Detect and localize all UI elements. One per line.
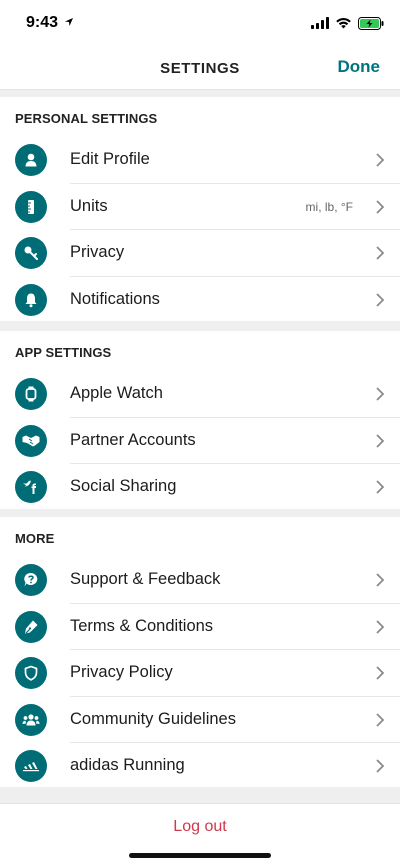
- status-time: 9:43: [26, 14, 59, 31]
- status-indicators: [311, 15, 384, 31]
- group-icon: [15, 703, 47, 736]
- settings-row-social-sharing[interactable]: Social Sharing: [0, 464, 400, 511]
- chevron-right-icon: [376, 246, 384, 260]
- question-bubble-icon: [15, 564, 47, 596]
- ruler-icon: [15, 190, 47, 223]
- location-arrow-icon: [65, 18, 73, 26]
- social-icon: [15, 471, 47, 503]
- settings-row-notifications[interactable]: Notifications: [0, 277, 400, 324]
- status-bar: 9:43: [0, 0, 400, 46]
- logout-button[interactable]: Log out: [0, 818, 400, 836]
- chevron-right-icon: [376, 199, 384, 214]
- section-more: MORE Support & Feedback Terms & Conditio…: [0, 517, 400, 787]
- section-header: PERSONAL SETTINGS: [15, 111, 158, 126]
- chevron-right-icon: [376, 292, 384, 307]
- settings-row-privacy-policy[interactable]: Privacy Policy: [0, 650, 400, 697]
- chevron-right-icon: [376, 153, 384, 167]
- wifi-icon: [336, 17, 351, 29]
- battery-charging-icon: [358, 16, 384, 30]
- settings-row-partner-accounts[interactable]: Partner Accounts: [0, 418, 400, 464]
- row-label: Edit Profile: [70, 150, 150, 168]
- row-label: Apple Watch: [70, 384, 163, 402]
- key-icon: [15, 237, 47, 269]
- watch-icon: [15, 378, 47, 410]
- user-icon: [15, 144, 47, 176]
- bell-icon: [15, 283, 47, 316]
- row-label: Units: [70, 196, 108, 215]
- row-label: adidas Running: [70, 756, 185, 774]
- settings-row-support-feedback[interactable]: Support & Feedback: [0, 557, 400, 604]
- settings-row-edit-profile[interactable]: Edit Profile: [0, 137, 400, 184]
- units-value: mi, lb, °F: [305, 199, 353, 214]
- settings-row-community-guidelines[interactable]: Community Guidelines: [0, 697, 400, 743]
- chevron-right-icon: [376, 433, 384, 448]
- row-label: Notifications: [70, 289, 160, 308]
- shield-icon: [15, 657, 47, 689]
- chevron-right-icon: [376, 712, 384, 727]
- settings-row-units[interactable]: Units mi, lb, °F: [0, 184, 400, 230]
- chevron-right-icon: [376, 619, 384, 634]
- home-indicator[interactable]: [129, 853, 271, 858]
- adidas-logo-icon: [15, 750, 47, 782]
- pen-icon: [15, 610, 47, 643]
- row-label: Terms & Conditions: [70, 616, 214, 635]
- section-header: MORE: [15, 531, 55, 546]
- section-header: APP SETTINGS: [15, 345, 112, 360]
- chevron-right-icon: [376, 573, 384, 587]
- settings-row-terms-conditions[interactable]: Terms & Conditions: [0, 604, 400, 650]
- chevron-right-icon: [376, 480, 384, 494]
- section-personal-settings: PERSONAL SETTINGS Edit Profile Units mi,…: [0, 97, 400, 321]
- nav-bar: SETTINGS Done: [0, 46, 400, 90]
- row-label: Privacy: [70, 243, 125, 261]
- row-label: Partner Accounts: [70, 430, 196, 449]
- row-label: Support & Feedback: [70, 570, 221, 588]
- handshake-icon: [15, 424, 47, 457]
- settings-row-privacy[interactable]: Privacy: [0, 230, 400, 277]
- chevron-right-icon: [376, 387, 384, 401]
- row-label: Privacy Policy: [70, 663, 173, 681]
- settings-row-apple-watch[interactable]: Apple Watch: [0, 371, 400, 418]
- row-label: Community Guidelines: [70, 709, 236, 728]
- row-label: Social Sharing: [70, 477, 177, 495]
- chevron-right-icon: [376, 759, 384, 773]
- section-app-settings: APP SETTINGS Apple Watch Partner Account…: [0, 331, 400, 509]
- cellular-signal-icon: [311, 17, 329, 29]
- settings-row-adidas-running[interactable]: adidas Running: [0, 743, 400, 790]
- chevron-right-icon: [376, 666, 384, 680]
- done-button[interactable]: Done: [338, 57, 381, 77]
